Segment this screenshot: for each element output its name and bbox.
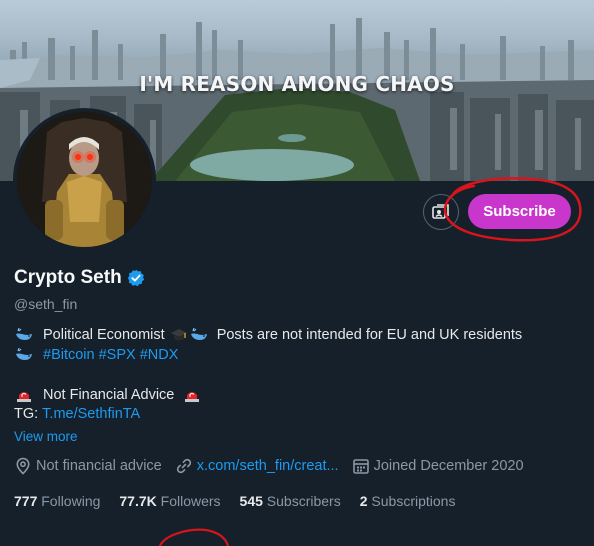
website-link[interactable]: x.com/seth_fin/creat...	[197, 458, 339, 474]
siren-icon	[14, 386, 34, 404]
link-icon	[176, 458, 191, 474]
stat-following[interactable]: 777 Following	[14, 493, 100, 509]
joined-text: Joined December 2020	[373, 458, 524, 474]
whale-icon	[14, 346, 34, 364]
joined-item: Joined December 2020	[352, 457, 524, 475]
bio-disclaimer: Posts are not intended for EU and UK res…	[216, 327, 523, 343]
location-text: Not financial advice	[36, 458, 162, 474]
stat-followers[interactable]: 77.7K Followers	[119, 493, 220, 509]
hashtag-spx-link[interactable]: #SPX	[99, 347, 136, 363]
telegram-label: TG:	[14, 406, 39, 422]
bio-line-1: Political Economist Posts are not intend…	[14, 326, 522, 344]
stat-value: 777	[14, 493, 42, 509]
view-more-link[interactable]: View more	[14, 429, 78, 444]
stat-value: 545	[239, 493, 267, 509]
whale-icon	[189, 326, 209, 344]
name-row: Crypto Seth	[14, 267, 145, 289]
whale-icon	[14, 326, 34, 344]
bio-title: Political Economist	[43, 327, 165, 343]
siren-icon	[182, 386, 202, 404]
avatar-image	[17, 112, 152, 247]
banner-caption: I'M REASON AMONG CHAOS	[139, 72, 455, 96]
bio-line-4: TG: T.me/SethfinTA	[14, 406, 140, 422]
location-pin-icon	[16, 457, 30, 475]
view-more-row: View more	[14, 429, 78, 444]
bio-line-2: #Bitcoin #SPX #NDX	[14, 346, 178, 364]
profile-meta-row: Not financial advice x.com/seth_fin/crea…	[14, 457, 537, 475]
stat-value: 2	[359, 493, 372, 509]
verified-badge-icon[interactable]	[127, 269, 145, 287]
calendar-icon	[352, 459, 369, 474]
stat-label: Followers	[160, 493, 221, 509]
stat-subscriptions[interactable]: 2 Subscriptions	[360, 493, 456, 509]
telegram-link[interactable]: T.me/SethfinTA	[42, 406, 140, 422]
hashtag-bitcoin-link[interactable]: #Bitcoin	[43, 347, 95, 363]
website-item[interactable]: x.com/seth_fin/creat...	[175, 457, 339, 475]
profile-stats-row: 777 Following 77.7K Followers 545 Subscr…	[14, 493, 474, 509]
hashtag-ndx-link[interactable]: #NDX	[140, 347, 179, 363]
graduation-cap-icon	[169, 326, 189, 344]
stat-subscribers[interactable]: 545 Subscribers	[240, 493, 341, 509]
stat-value: 77.7K	[119, 493, 161, 509]
subscriptions-icon	[432, 204, 449, 219]
not-financial-advice-text: Not Financial Advice	[43, 387, 175, 403]
location-item: Not financial advice	[14, 457, 162, 475]
stat-label: Subscribers	[266, 493, 341, 509]
subscriptions-button[interactable]	[423, 194, 459, 230]
display-name: Crypto Seth	[14, 267, 122, 288]
handle: @seth_fin	[14, 296, 78, 312]
bio-line-3: Not Financial Advice	[14, 386, 202, 404]
subscribe-button[interactable]: Subscribe	[468, 194, 571, 229]
stat-label: Following	[41, 493, 101, 509]
stat-label: Subscriptions	[371, 493, 456, 509]
profile-avatar[interactable]	[13, 108, 156, 251]
